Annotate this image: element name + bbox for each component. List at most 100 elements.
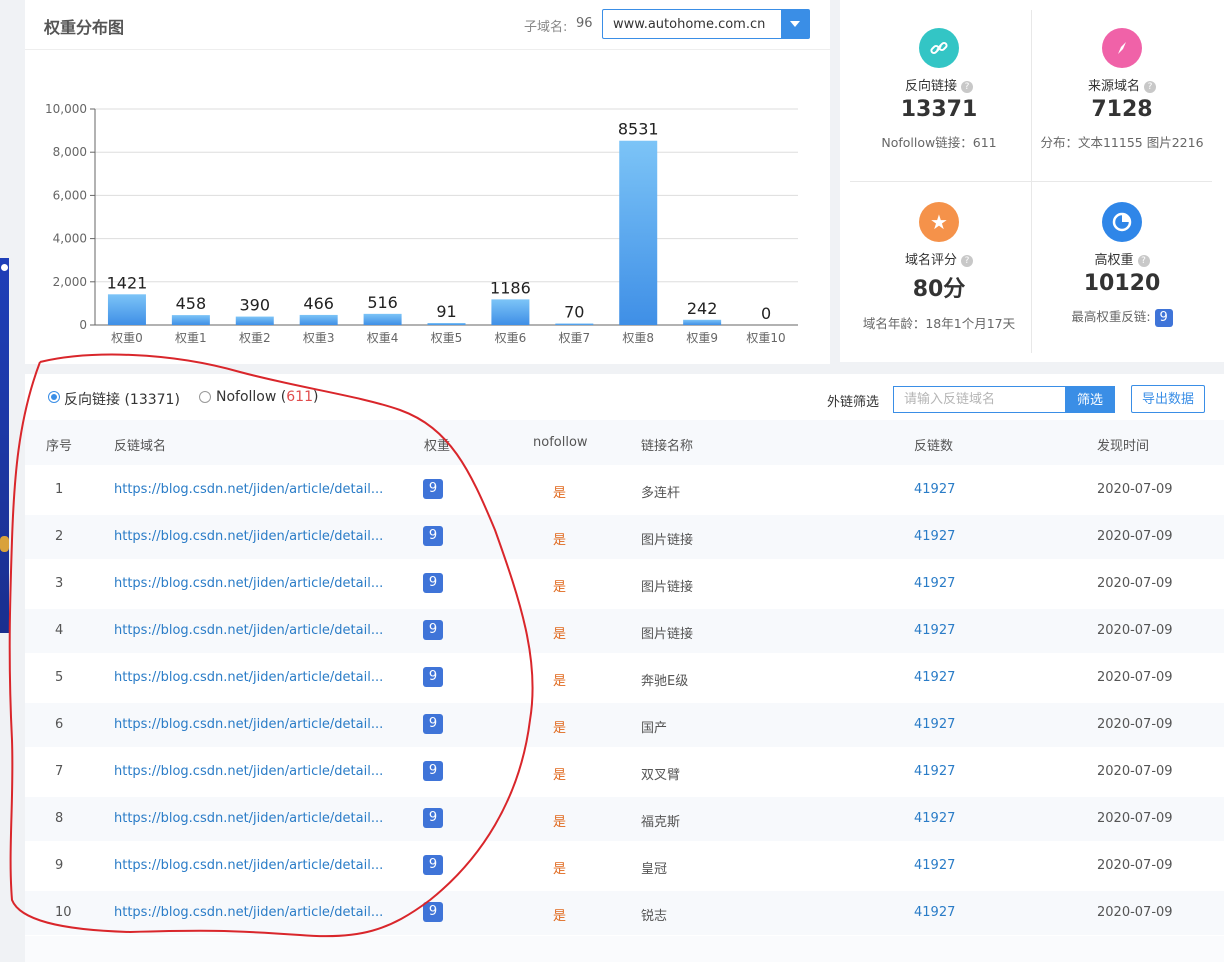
bar-value-label: 1421 <box>107 273 148 292</box>
radio-backlinks-label[interactable]: 反向链接 (13371) <box>64 389 180 409</box>
found-time: 2020-07-09 <box>1097 764 1173 779</box>
backlink-count-link[interactable]: 41927 <box>914 482 955 497</box>
nofollow-value: 是 <box>553 768 567 783</box>
filter-button[interactable]: 筛选 <box>1065 386 1115 413</box>
bar[interactable] <box>235 316 274 325</box>
stat-label: 反向链接? <box>843 75 1035 94</box>
export-button[interactable]: 导出数据 <box>1131 385 1205 413</box>
stat-value: 80分 <box>912 277 966 302</box>
stat-label: 来源域名? <box>1026 75 1218 94</box>
table-row: 7 https://blog.csdn.net/jiden/article/det… <box>25 747 1224 797</box>
radio-nofollow[interactable] <box>199 391 211 403</box>
backlink-domain-link[interactable]: https://blog.csdn.net/jiden/article/deta… <box>114 670 383 685</box>
row-index: 7 <box>55 764 64 779</box>
chart-title: 权重分布图 <box>44 18 125 37</box>
stat-value: 13371 <box>900 97 978 122</box>
backlink-domain-link[interactable]: https://blog.csdn.net/jiden/article/deta… <box>114 717 383 732</box>
help-icon[interactable]: ? <box>1144 80 1156 93</box>
col-weight: 权重 <box>424 439 451 454</box>
backlink-count-link[interactable]: 41927 <box>914 670 955 685</box>
x-tick-label: 权重8 <box>622 331 654 345</box>
compass-icon <box>1102 28 1142 68</box>
bar-value-label: 458 <box>176 294 207 313</box>
x-tick-label: 权重4 <box>367 331 399 345</box>
table-row: 3 https://blog.csdn.net/jiden/article/det… <box>25 559 1224 609</box>
backlink-count-link[interactable]: 41927 <box>914 905 955 920</box>
backlink-count-link[interactable]: 41927 <box>914 623 955 638</box>
link-name: 多连杆 <box>641 486 681 501</box>
weight-badge: 9 <box>1154 308 1173 327</box>
row-index: 10 <box>55 905 72 920</box>
weight-badge: 9 <box>423 479 443 499</box>
backlink-domain-link[interactable]: https://blog.csdn.net/jiden/article/deta… <box>114 905 383 920</box>
found-time: 2020-07-09 <box>1097 623 1173 638</box>
nofollow-value: 是 <box>553 815 567 830</box>
col-domain: 反链域名 <box>114 439 167 454</box>
banner-coin-icon <box>0 536 9 552</box>
table-row: 8 https://blog.csdn.net/jiden/article/det… <box>25 797 1224 841</box>
table-row: 9 https://blog.csdn.net/jiden/article/det… <box>25 841 1224 891</box>
domain-select[interactable]: www.autohome.com.cn <box>602 9 810 39</box>
divider-horizontal <box>850 181 1212 182</box>
col-nofollow: nofollow <box>533 435 588 450</box>
found-time: 2020-07-09 <box>1097 905 1173 920</box>
col-found-time: 发现时间 <box>1097 439 1150 454</box>
backlink-domain-link[interactable]: https://blog.csdn.net/jiden/article/deta… <box>114 576 383 591</box>
bar-value-label: 390 <box>239 296 270 315</box>
help-icon[interactable]: ? <box>961 80 973 93</box>
nofollow-value: 是 <box>553 486 567 501</box>
stat-high-weight: 高权重? 10120 最高权重反链: 9 <box>1026 202 1218 327</box>
bar[interactable] <box>171 315 210 325</box>
backlink-domain-link[interactable]: https://blog.csdn.net/jiden/article/deta… <box>114 482 383 497</box>
backlink-domain-link[interactable]: https://blog.csdn.net/jiden/article/deta… <box>114 811 383 826</box>
weight-bar-chart: 0 2,000 4,000 6,000 8,000 10,000 1421 权重0 458 权重1… <box>45 102 798 345</box>
chevron-down-icon[interactable] <box>781 10 809 38</box>
found-time: 2020-07-09 <box>1097 670 1173 685</box>
bar[interactable] <box>427 323 466 325</box>
stat-sub: 分布：文本11155 图片2216 <box>1040 135 1204 150</box>
help-icon[interactable]: ? <box>1137 254 1150 267</box>
backlink-count-link[interactable]: 41927 <box>914 858 955 873</box>
weight-badge: 9 <box>423 761 443 781</box>
bar[interactable] <box>555 323 594 325</box>
link-name: 锐志 <box>641 909 668 924</box>
backlink-count-link[interactable]: 41927 <box>914 764 955 779</box>
backlink-domain-link[interactable]: https://blog.csdn.net/jiden/article/deta… <box>114 529 383 544</box>
domain-filter-input[interactable] <box>894 387 1065 412</box>
nofollow-value: 是 <box>553 533 567 548</box>
x-tick-label: 权重7 <box>558 331 590 345</box>
backlink-count-link[interactable]: 41927 <box>914 529 955 544</box>
radio-nofollow-label[interactable]: Nofollow (611) <box>216 389 318 405</box>
bar-value-label: 70 <box>564 302 584 321</box>
radio-backlinks[interactable] <box>48 391 60 403</box>
x-tick-label: 权重2 <box>239 331 271 345</box>
bar[interactable] <box>299 314 338 325</box>
bar[interactable] <box>363 313 402 325</box>
backlink-count-link[interactable]: 41927 <box>914 811 955 826</box>
backlink-domain-link[interactable]: https://blog.csdn.net/jiden/article/deta… <box>114 623 383 638</box>
col-index: 序号 <box>46 439 73 454</box>
row-index: 2 <box>55 529 64 544</box>
backlink-domain-link[interactable]: https://blog.csdn.net/jiden/article/deta… <box>114 858 383 873</box>
chart-header: 权重分布图 子域名: 96 www.autohome.com.cn <box>25 0 830 50</box>
stat-domain-score: ★ 域名评分? 80分 域名年龄：18年1个月17天 <box>843 202 1035 332</box>
bar[interactable] <box>491 299 530 325</box>
bar-value-label: 91 <box>436 302 456 321</box>
domain-filter-field[interactable] <box>893 386 1065 413</box>
backlink-count-link[interactable]: 41927 <box>914 576 955 591</box>
link-name: 皇冠 <box>641 862 668 877</box>
weight-badge: 9 <box>423 573 443 593</box>
found-time: 2020-07-09 <box>1097 482 1173 497</box>
bar[interactable] <box>107 294 146 325</box>
link-name: 双叉臂 <box>641 768 681 783</box>
x-tick-label: 权重10 <box>746 331 785 345</box>
x-tick-label: 权重9 <box>686 331 718 345</box>
bar[interactable] <box>619 140 658 325</box>
help-icon[interactable]: ? <box>961 254 973 267</box>
bar[interactable] <box>683 319 722 325</box>
table-row: 2 https://blog.csdn.net/jiden/article/det… <box>25 515 1224 559</box>
backlink-count-link[interactable]: 41927 <box>914 717 955 732</box>
link-name: 图片链接 <box>641 627 694 642</box>
backlink-domain-link[interactable]: https://blog.csdn.net/jiden/article/deta… <box>114 764 383 779</box>
backlinks-table-panel: 反向链接 (13371) Nofollow (611) 外链筛选 筛选 导出数据… <box>25 374 1224 962</box>
